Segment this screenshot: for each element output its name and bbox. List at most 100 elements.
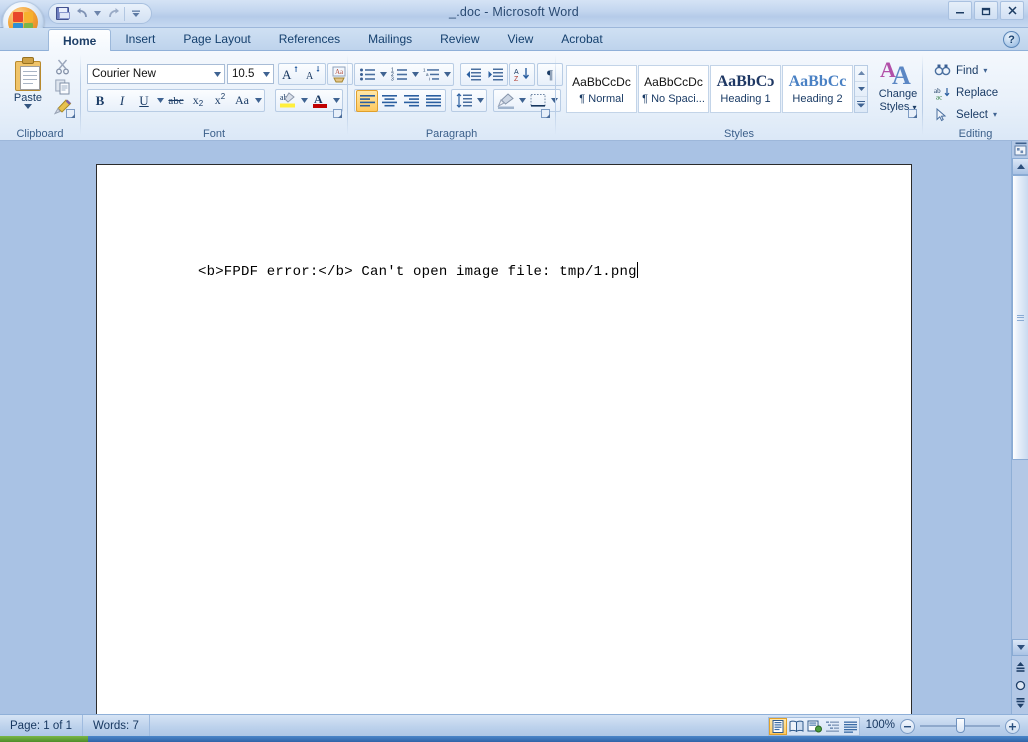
undo-dropdown-icon[interactable]	[93, 5, 102, 22]
svg-text:Aa: Aa	[335, 68, 344, 76]
shrink-font-button[interactable]: A	[302, 63, 324, 85]
strikethrough-button[interactable]: abc	[165, 90, 187, 112]
text-highlight-button[interactable]: ab	[277, 90, 299, 112]
scroll-up-button[interactable]	[1012, 158, 1028, 175]
zoom-in-button[interactable]	[1005, 718, 1020, 734]
styles-scroll-down-button[interactable]	[855, 82, 867, 98]
tab-acrobat[interactable]: Acrobat	[547, 28, 616, 51]
grow-font-button[interactable]: A	[280, 63, 302, 85]
clipboard-dialog-launcher[interactable]	[64, 107, 77, 120]
numbering-dropdown-icon[interactable]	[410, 64, 420, 86]
highlight-dropdown-icon[interactable]	[299, 90, 309, 112]
bullets-button[interactable]	[356, 64, 378, 86]
line-spacing-button[interactable]	[453, 90, 475, 112]
style-item-no-spacing[interactable]: AaBbCcDc ¶ No Spaci...	[638, 65, 709, 113]
styles-more-button[interactable]	[855, 97, 867, 112]
view-draft-icon[interactable]	[841, 718, 859, 735]
undo-icon[interactable]	[73, 5, 91, 22]
style-item-normal[interactable]: AaBbCcDc ¶ Normal	[566, 65, 637, 113]
maximize-restore-button[interactable]	[974, 1, 998, 20]
bold-button[interactable]: B	[89, 90, 111, 112]
next-page-button[interactable]	[1012, 694, 1028, 712]
customize-qat-icon[interactable]	[127, 5, 145, 22]
status-word-count[interactable]: Words: 7	[83, 714, 150, 737]
justify-button[interactable]	[422, 90, 444, 112]
close-button[interactable]	[1000, 1, 1024, 20]
tab-review[interactable]: Review	[426, 28, 493, 51]
style-item-heading-1[interactable]: AaBbCɔ Heading 1	[710, 65, 781, 113]
line-spacing-dropdown-icon[interactable]	[475, 90, 485, 112]
save-icon[interactable]	[53, 5, 71, 22]
tab-mailings[interactable]: Mailings	[354, 28, 426, 51]
status-page-indicator[interactable]: Page: 1 of 1	[0, 714, 84, 737]
select-button[interactable]: Select ▾	[930, 105, 997, 124]
tab-page-layout[interactable]: Page Layout	[169, 28, 264, 51]
font-size-input[interactable]: 10.5	[227, 64, 274, 84]
align-left-button[interactable]	[356, 89, 378, 112]
style-item-heading-2[interactable]: AaBbCc Heading 2	[782, 65, 853, 113]
zoom-slider-handle[interactable]	[956, 718, 965, 733]
multilevel-dropdown-icon[interactable]	[442, 64, 452, 86]
zoom-track[interactable]	[920, 718, 1000, 733]
vertical-scrollbar[interactable]	[1011, 141, 1028, 714]
zoom-percentage[interactable]: 100%	[866, 719, 895, 731]
help-icon[interactable]: ?	[1003, 31, 1020, 48]
styles-dialog-launcher[interactable]	[906, 107, 919, 120]
start-button[interactable]	[0, 736, 88, 742]
svg-text:3: 3	[391, 77, 394, 83]
increase-indent-button[interactable]	[484, 64, 506, 86]
view-full-screen-reading-icon[interactable]	[787, 718, 805, 735]
previous-page-button[interactable]	[1012, 658, 1028, 676]
italic-button[interactable]: I	[111, 90, 133, 112]
paragraph-dialog-launcher[interactable]	[539, 107, 552, 120]
multilevel-list-button[interactable]: 1 a i	[420, 64, 442, 86]
styles-scroll-up-button[interactable]	[855, 66, 867, 82]
font-color-button[interactable]: A	[309, 90, 331, 112]
tab-home[interactable]: Home	[48, 29, 112, 52]
select-dropdown-icon[interactable]: ▾	[993, 110, 997, 119]
select-browse-object-button[interactable]	[1012, 676, 1028, 694]
svg-text:ac: ac	[936, 93, 942, 100]
view-web-layout-icon[interactable]	[805, 718, 823, 735]
find-button[interactable]: Find ▾	[930, 61, 987, 80]
view-outline-icon[interactable]	[823, 718, 841, 735]
change-styles-button[interactable]: A A Change Styles ▾	[874, 57, 922, 114]
view-print-layout-icon[interactable]	[769, 718, 787, 735]
zoom-slider-control[interactable]	[900, 718, 1020, 734]
paste-dropdown-icon[interactable]	[24, 104, 32, 109]
change-case-dropdown-icon[interactable]	[253, 90, 263, 112]
change-case-button[interactable]: Aa	[231, 90, 253, 112]
font-size-dropdown-icon[interactable]	[263, 71, 270, 77]
paste-button[interactable]: Paste	[6, 55, 50, 119]
document-page[interactable]: <b>FPDF error:</b> Can't open image file…	[96, 164, 912, 717]
underline-button[interactable]: U	[133, 90, 155, 112]
replace-button[interactable]: ab ac Replace	[930, 83, 998, 102]
tab-view[interactable]: View	[494, 28, 548, 51]
view-ruler-toggle-icon[interactable]	[1013, 141, 1028, 158]
document-text[interactable]: <b>FPDF error:</b> Can't open image file…	[198, 262, 638, 280]
copy-icon[interactable]	[52, 77, 74, 97]
font-name-dropdown-icon[interactable]	[214, 71, 221, 77]
scroll-down-button[interactable]	[1012, 639, 1028, 656]
superscript-button[interactable]: x2	[209, 90, 231, 112]
scrollbar-thumb[interactable]	[1012, 175, 1028, 460]
redo-icon[interactable]	[104, 5, 122, 22]
align-center-button[interactable]	[378, 90, 400, 112]
shading-button[interactable]	[495, 90, 517, 112]
tab-insert[interactable]: Insert	[111, 28, 169, 51]
underline-dropdown-icon[interactable]	[155, 90, 165, 112]
sort-button[interactable]: AZ	[511, 64, 533, 86]
decrease-indent-button[interactable]	[462, 64, 484, 86]
font-dialog-launcher[interactable]	[331, 107, 344, 120]
font-name-input[interactable]: Courier New	[87, 64, 225, 84]
tab-references[interactable]: References	[265, 28, 354, 51]
subscript-button[interactable]: x2	[187, 90, 209, 112]
cut-icon[interactable]	[52, 57, 74, 77]
find-dropdown-icon[interactable]: ▾	[983, 66, 987, 75]
bullets-dropdown-icon[interactable]	[378, 64, 388, 86]
shading-dropdown-icon[interactable]	[517, 90, 527, 112]
align-right-button[interactable]	[400, 90, 422, 112]
zoom-out-button[interactable]	[900, 718, 915, 734]
minimize-button[interactable]	[948, 1, 972, 20]
numbering-button[interactable]: 1 2 3	[388, 64, 410, 86]
